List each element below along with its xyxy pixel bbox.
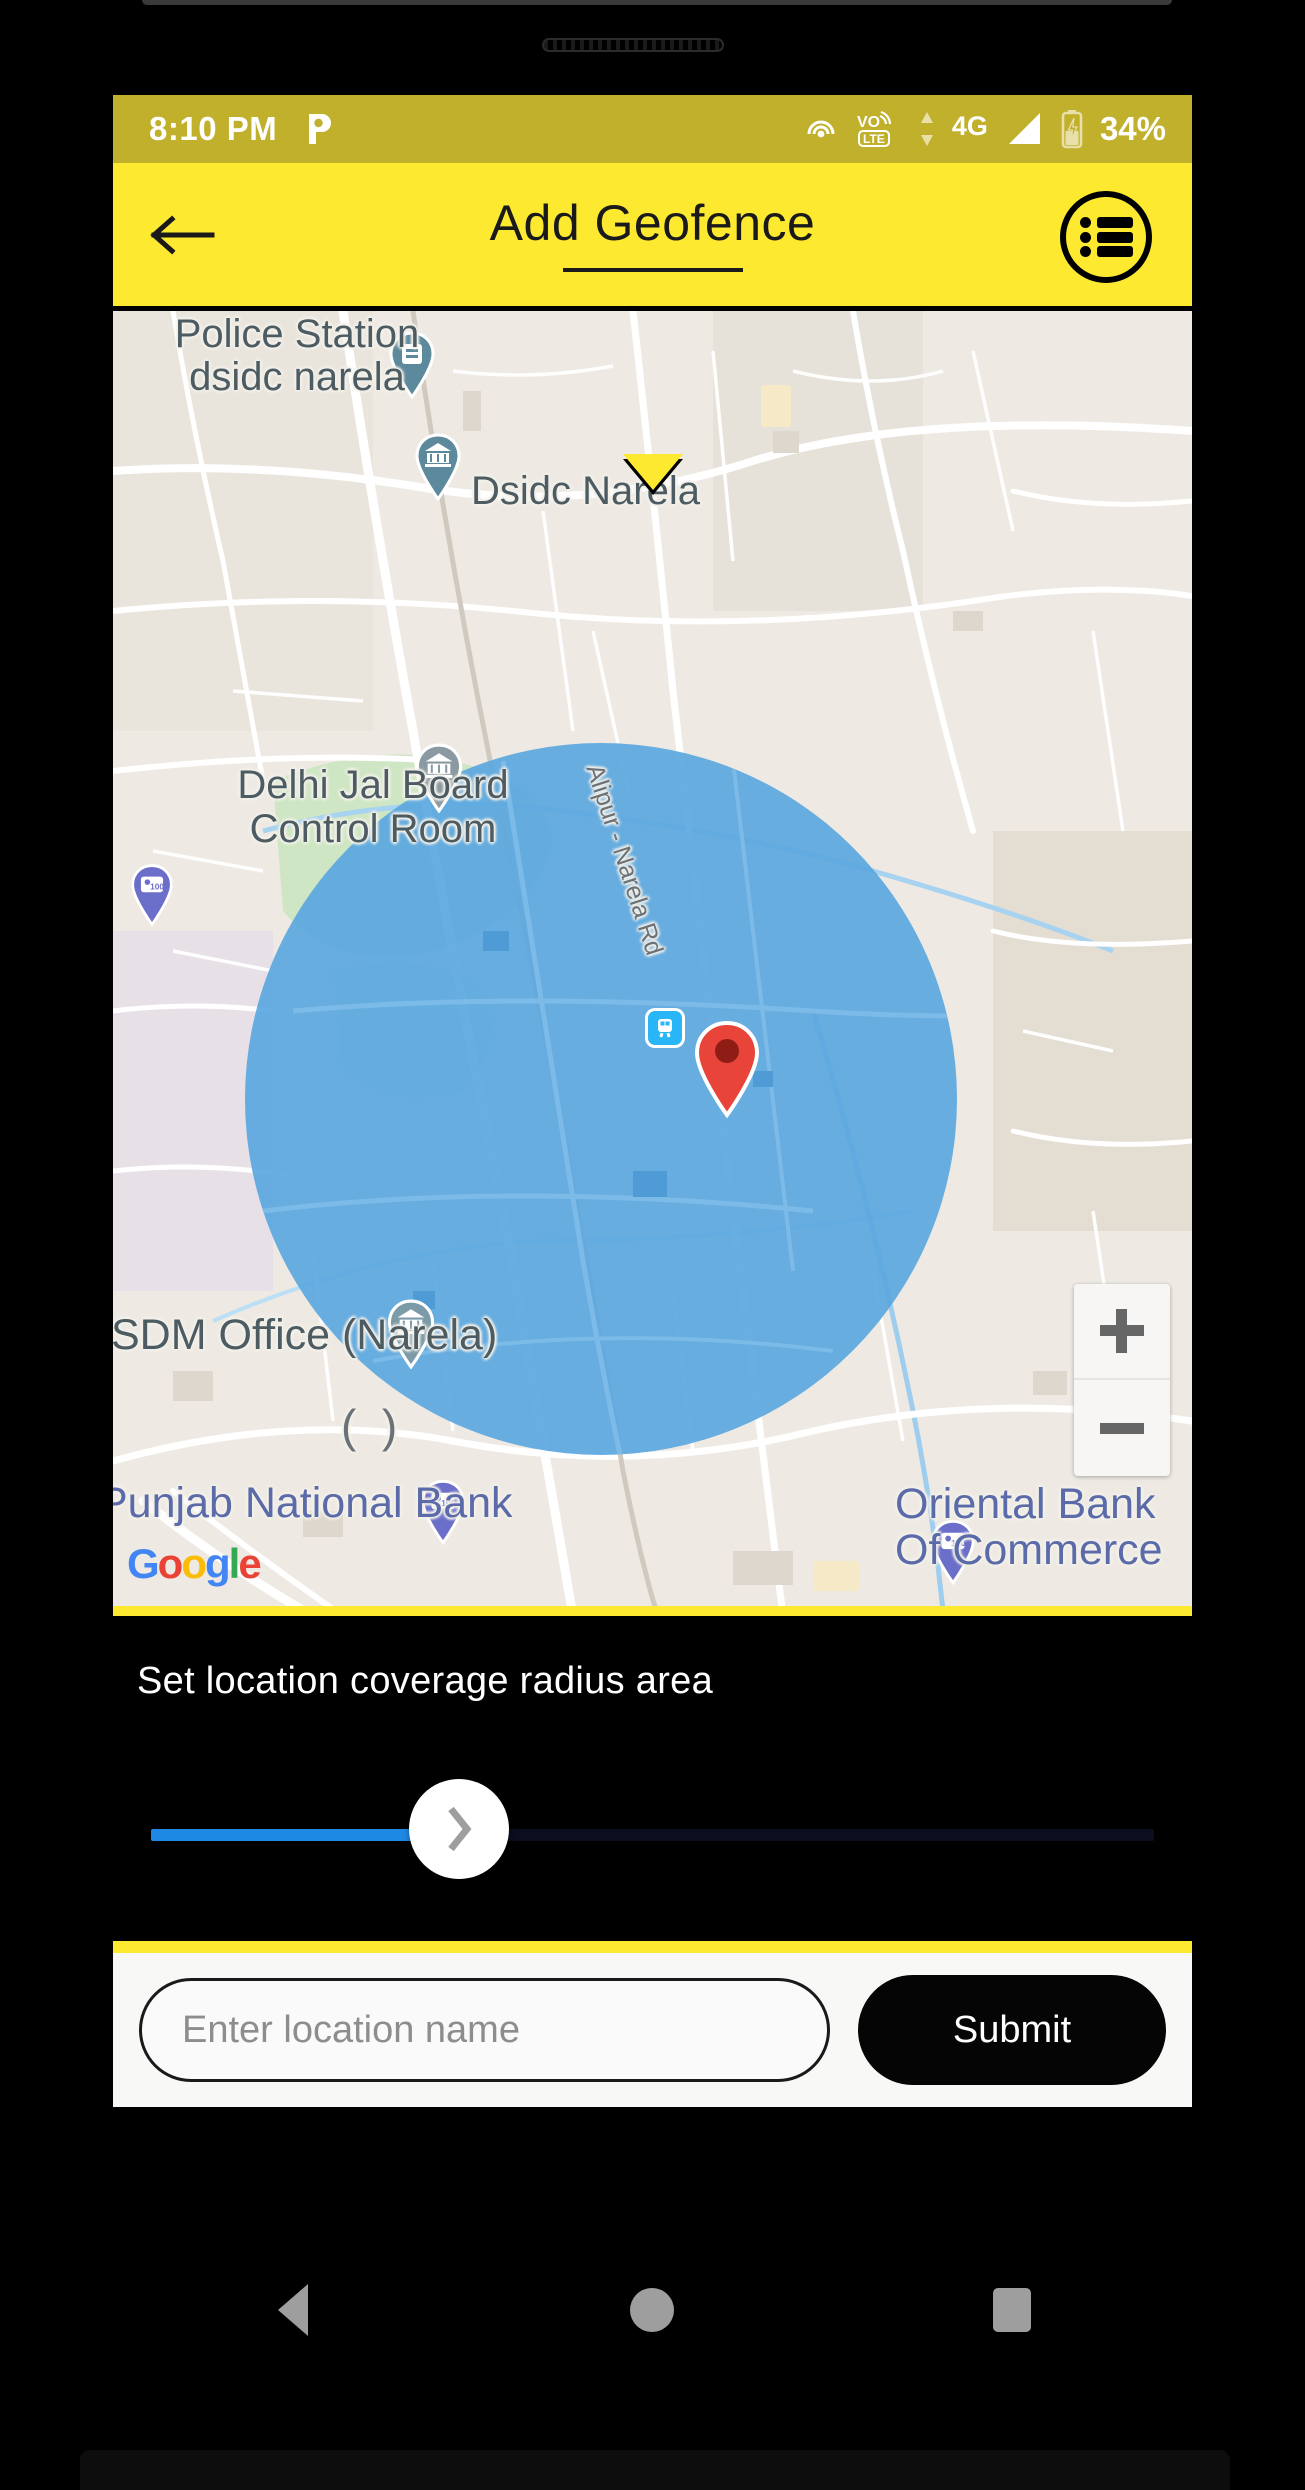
- radius-section-label: Set location coverage radius area: [137, 1660, 714, 1702]
- paytm-app-icon: [305, 112, 335, 146]
- bottom-bezel: [80, 2450, 1230, 2490]
- slider-thumb[interactable]: [409, 1779, 509, 1879]
- android-nav-bar: [113, 2250, 1192, 2370]
- map-zoom-controls: [1074, 1284, 1170, 1476]
- title-underline: [562, 267, 743, 272]
- speaker-grille-icon: [542, 38, 724, 52]
- status-bar-left-icons: [305, 112, 335, 146]
- submit-button[interactable]: Submit: [858, 1975, 1166, 2085]
- phone-frame: 8:10 PM VO LTE 4G 34% Add Geofence 100 1…: [0, 0, 1305, 2490]
- data-transfer-icon: [918, 109, 936, 149]
- header-notch-pointer: [622, 454, 683, 490]
- radius-slider[interactable]: [113, 1779, 1192, 1885]
- map-label-oriental-bank: Oriental Bank Of Commerce: [895, 1480, 1163, 1575]
- svg-text:LTE: LTE: [863, 132, 885, 146]
- nav-recents-button[interactable]: [932, 2288, 1092, 2332]
- chevron-right-icon: [448, 1806, 472, 1852]
- square-recents-icon: [993, 2288, 1032, 2332]
- location-name-input[interactable]: [139, 1978, 830, 2082]
- app-screen: 8:10 PM VO LTE 4G 34% Add Geofence 100 1…: [113, 95, 1192, 2250]
- menu-button[interactable]: [1060, 191, 1152, 283]
- hotspot-icon: [802, 110, 840, 148]
- map-label-police-station: Police Station dsidc narela: [174, 312, 420, 400]
- status-bar-right-icons: VO LTE 4G 34%: [802, 109, 1166, 149]
- status-bar: 8:10 PM VO LTE 4G 34%: [113, 95, 1192, 163]
- page-title: Add Geofence: [489, 194, 816, 251]
- map-label-sdm-office: SDM Office (Narela): [113, 1311, 498, 1359]
- plus-icon: [1100, 1309, 1144, 1353]
- app-header: Add Geofence: [113, 163, 1192, 311]
- dsidc-narela-pin[interactable]: [413, 433, 461, 501]
- battery-charging-icon: [1060, 109, 1084, 149]
- svg-text:100: 100: [150, 882, 164, 891]
- minus-icon: [1100, 1422, 1144, 1434]
- atm-pin-left[interactable]: 100: [129, 863, 175, 927]
- volte-icon: VO LTE: [856, 109, 902, 149]
- map-container[interactable]: 100 100 100 Police Station dsidc narela …: [113, 311, 1192, 1616]
- nav-home-button[interactable]: [572, 2288, 732, 2332]
- signal-bars-icon: [1004, 111, 1044, 147]
- header-title-group: Add Geofence: [113, 163, 1192, 306]
- circle-home-icon: [630, 2288, 675, 2332]
- center-location-marker[interactable]: [691, 1019, 763, 1119]
- radius-section: Set location coverage radius area: [113, 1616, 1192, 1941]
- battery-percentage: 34%: [1099, 110, 1166, 147]
- network-type-label: 4G: [951, 111, 988, 141]
- zoom-out-button[interactable]: [1074, 1380, 1170, 1476]
- list-menu-icon: [1079, 214, 1133, 261]
- top-bezel-edge: [142, 0, 1172, 5]
- location-form-bar: Submit: [113, 1941, 1192, 2107]
- back-button[interactable]: [127, 211, 237, 259]
- map-label-parentheses: ( ): [341, 1400, 398, 1452]
- nav-back-button[interactable]: [213, 2284, 373, 2336]
- svg-text:VO: VO: [857, 114, 880, 131]
- map-label-punjab-national-bank: Punjab National Bank: [113, 1479, 513, 1527]
- train-station-icon[interactable]: [648, 1011, 682, 1045]
- status-bar-time: 8:10 PM: [149, 110, 278, 147]
- map-label-delhi-jal-board: Delhi Jal Board Control Room: [237, 763, 509, 851]
- triangle-back-icon: [277, 2284, 308, 2336]
- zoom-in-button[interactable]: [1074, 1284, 1170, 1380]
- arrow-left-icon: [150, 214, 215, 255]
- google-logo: Google: [127, 1540, 262, 1587]
